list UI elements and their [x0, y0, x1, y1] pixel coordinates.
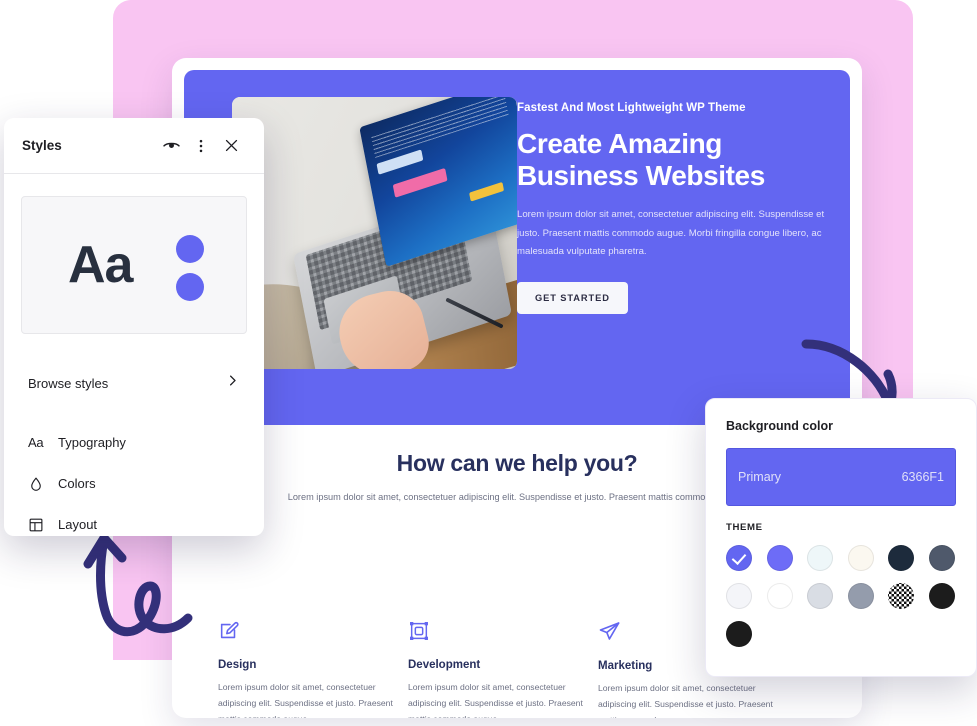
styles-preview[interactable]: Aa: [21, 196, 247, 334]
styles-menu-list: Aa Typography Colors Layout: [4, 422, 264, 536]
styles-panel: Styles Aa Browse styles Aa Typography Co…: [4, 118, 264, 536]
background-color-title: Background color: [726, 419, 833, 433]
theme-swatch[interactable]: [847, 583, 874, 609]
styles-menu-item-label: Layout: [58, 517, 98, 532]
hero-title-line2: Business Websites: [517, 159, 765, 191]
photo-screen-highlight: [468, 182, 504, 202]
hero-section: Fastest And Most Lightweight WP Theme Cr…: [184, 70, 850, 425]
styles-panel-title: Styles: [22, 138, 62, 153]
browse-styles-label: Browse styles: [28, 375, 109, 391]
theme-swatch[interactable]: [888, 583, 914, 609]
selected-color-hex: 6366F1: [901, 470, 944, 484]
hero-eyebrow: Fastest And Most Lightweight WP Theme: [517, 102, 746, 114]
close-icon[interactable]: [216, 131, 246, 161]
feature-text: Lorem ipsum dolor sit amet, consectetuer…: [598, 683, 773, 718]
theme-swatch[interactable]: [726, 583, 752, 609]
layout-icon: [28, 517, 58, 533]
get-started-button[interactable]: GET STARTED: [517, 281, 628, 314]
hero-photo: [232, 97, 517, 369]
eye-icon[interactable]: [156, 131, 186, 161]
typography-icon: Aa: [28, 435, 44, 450]
theme-swatch[interactable]: [928, 545, 955, 571]
theme-swatch[interactable]: [766, 583, 793, 609]
chevron-right-icon: [225, 373, 240, 393]
hero-title-line1: Create Amazing: [517, 128, 722, 159]
theme-swatch[interactable]: [766, 545, 793, 571]
styles-preview-dot: [176, 235, 204, 263]
styles-preview-sample: Aa: [68, 236, 133, 294]
more-vertical-icon[interactable]: [186, 131, 216, 161]
theme-swatch[interactable]: [726, 621, 752, 647]
theme-section-label: THEME: [726, 522, 763, 533]
theme-swatch[interactable]: [847, 545, 874, 571]
background-color-panel: Background color Primary 6366F1 THEME: [705, 398, 977, 677]
feature-text: Lorem ipsum dolor sit amet, consectetuer…: [218, 682, 393, 718]
styles-menu-item-label: Typography: [58, 435, 126, 450]
theme-swatch[interactable]: [726, 545, 752, 571]
theme-swatch[interactable]: [928, 583, 955, 609]
browse-styles-row[interactable]: Browse styles: [4, 358, 264, 408]
styles-menu-item-layout[interactable]: Layout: [4, 504, 264, 536]
styles-preview-dot: [176, 273, 204, 301]
transform-object-icon: [408, 620, 598, 647]
theme-swatch[interactable]: [807, 545, 833, 571]
theme-swatch[interactable]: [807, 583, 833, 609]
feature-title: Development: [408, 659, 481, 671]
feature-title: Design: [218, 659, 257, 671]
selected-color-swatch[interactable]: Primary 6366F1: [726, 448, 956, 506]
pencil-square-icon: [218, 620, 408, 647]
feature-text: Lorem ipsum dolor sit amet, consectetuer…: [408, 682, 583, 718]
feature-card-development: Development Lorem ipsum dolor sit amet, …: [408, 620, 598, 718]
selected-color-name: Primary: [738, 470, 782, 484]
droplet-icon: [28, 476, 58, 492]
hero-subtitle: Lorem ipsum dolor sit amet, consectetuer…: [517, 208, 825, 258]
styles-menu-item-colors[interactable]: Colors: [4, 463, 264, 504]
styles-panel-header: Styles: [4, 118, 264, 174]
screenshot-stage: Fastest And Most Lightweight WP Theme Cr…: [0, 0, 977, 726]
theme-swatch-grid: [726, 545, 956, 647]
theme-swatch[interactable]: [888, 545, 914, 571]
photo-screen-badge: [375, 149, 424, 176]
styles-menu-item-typography[interactable]: Aa Typography: [4, 422, 264, 463]
styles-menu-item-label: Colors: [58, 476, 96, 491]
hero-title: Create Amazing Business Websites: [517, 128, 837, 192]
hero-copy: Fastest And Most Lightweight WP Theme Cr…: [517, 102, 837, 314]
feature-card-design: Design Lorem ipsum dolor sit amet, conse…: [218, 620, 408, 718]
